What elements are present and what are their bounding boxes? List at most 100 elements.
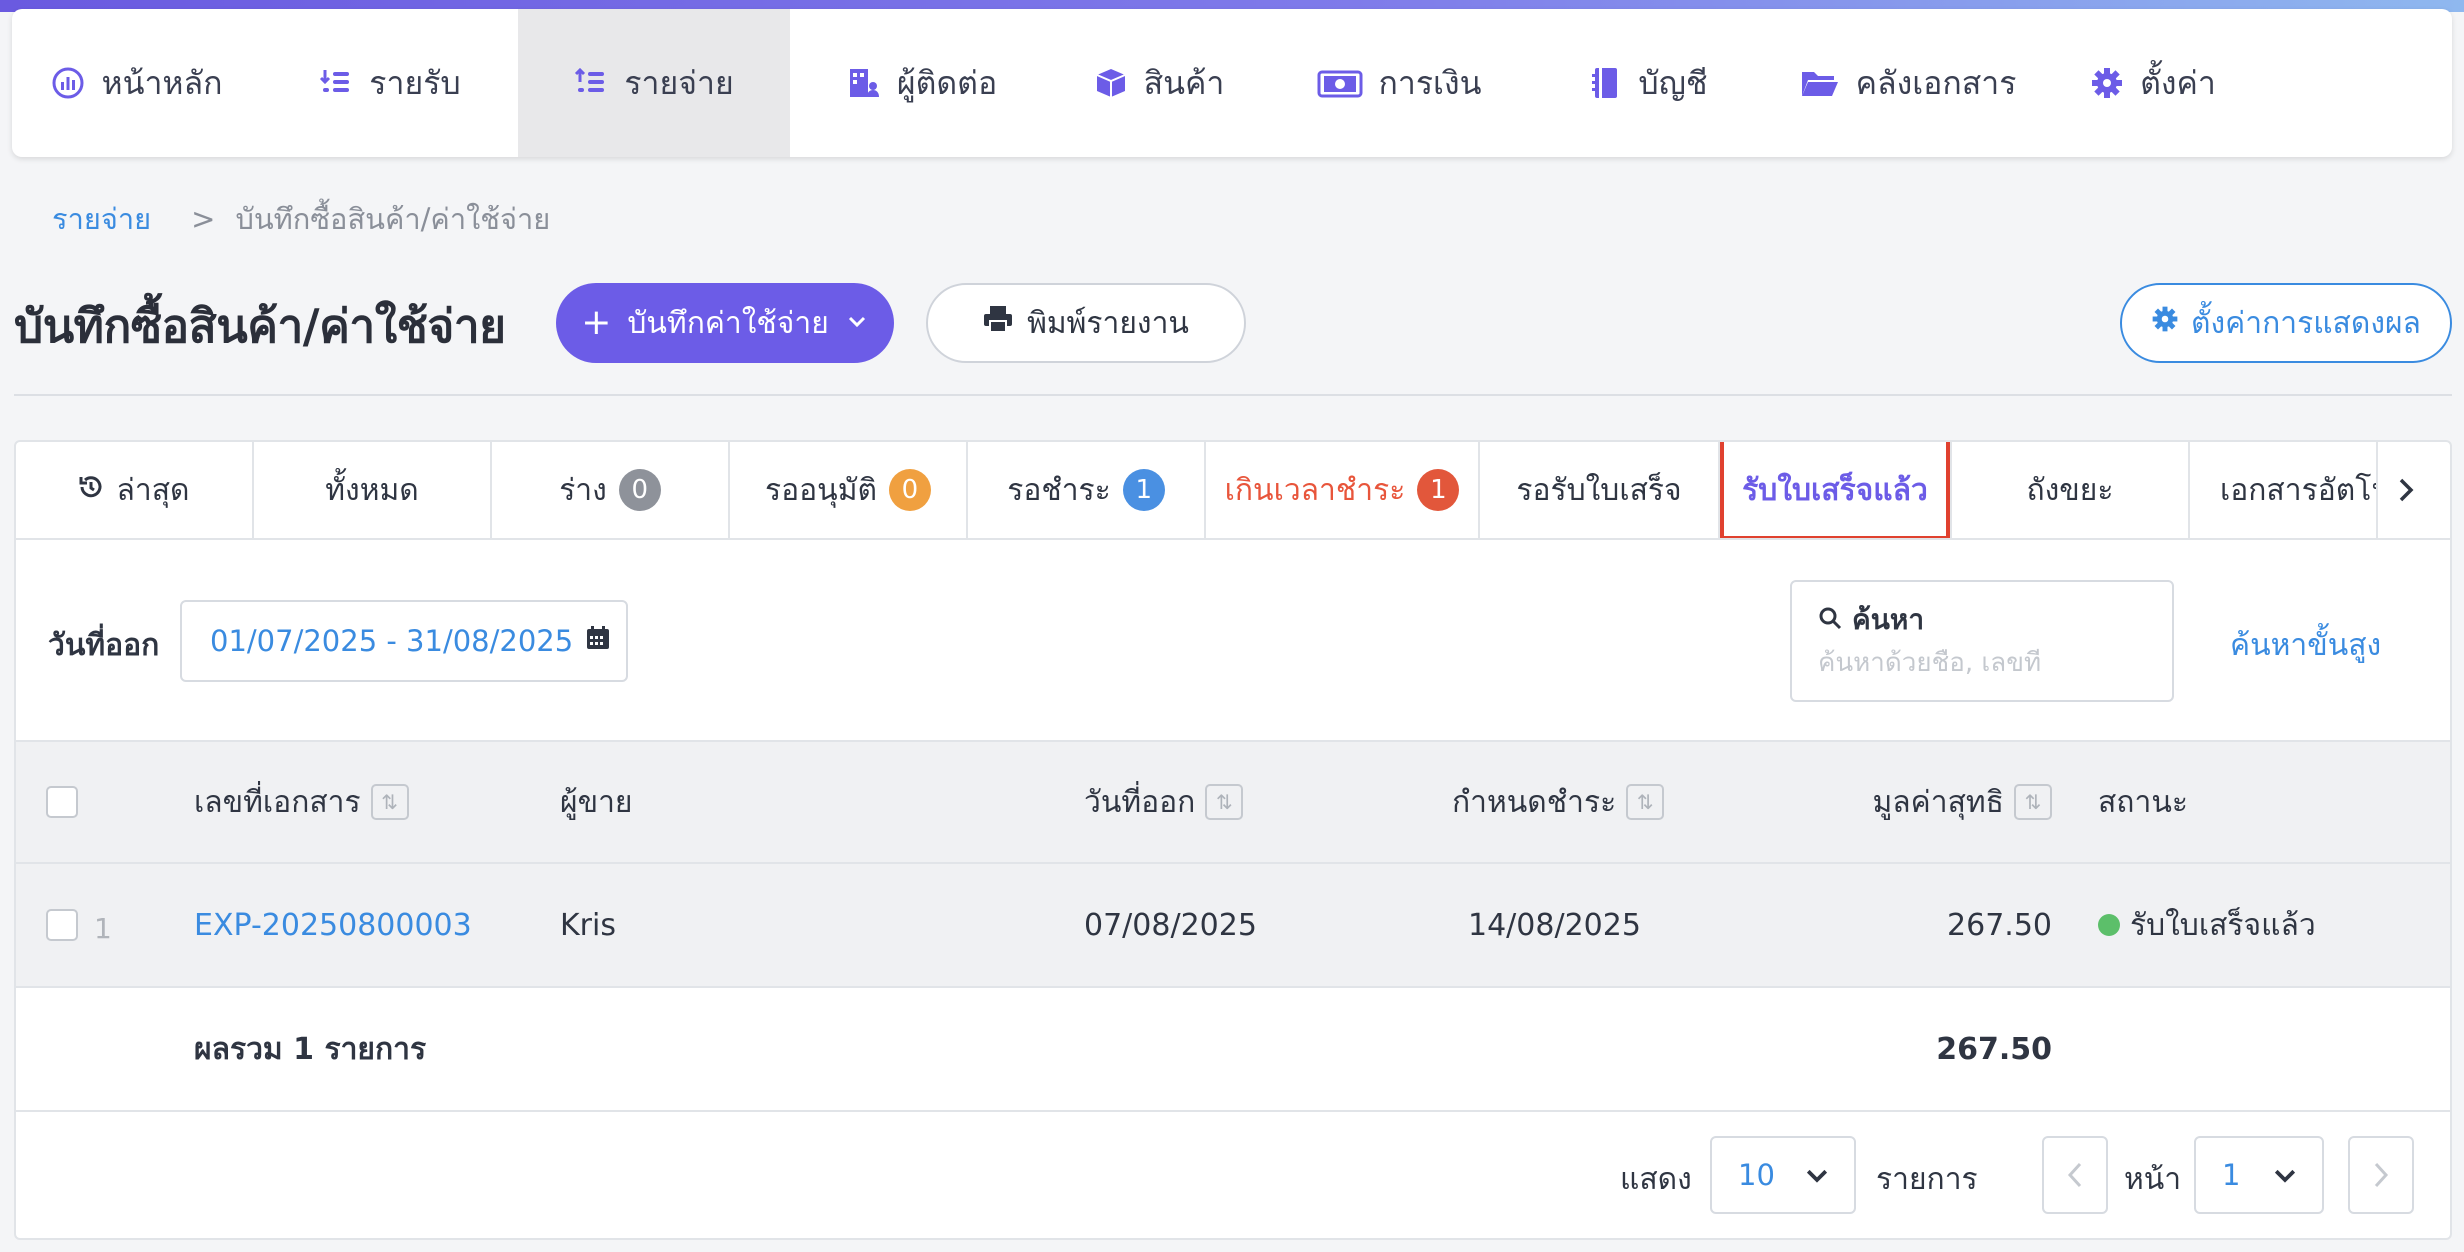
nav-label: การเงิน bbox=[1378, 63, 1482, 102]
column-doc-no[interactable]: เลขที่เอกสาร ⇅ bbox=[194, 742, 409, 862]
print-report-label: พิมพ์รายงาน bbox=[1027, 305, 1189, 341]
net-amount-cell: 267.50 bbox=[1947, 907, 2052, 943]
nav-label: คลังเอกสาร bbox=[1855, 63, 2017, 102]
page-select[interactable]: 1 bbox=[2194, 1136, 2324, 1214]
tab-label: ทั้งหมด bbox=[325, 472, 419, 508]
vendor-cell: Kris bbox=[560, 907, 616, 943]
tab-label: ล่าสุด bbox=[116, 472, 190, 508]
table-footer: ผลรวม 1 รายการ 267.50 bbox=[16, 988, 2450, 1112]
chevron-left-icon bbox=[2067, 1162, 2082, 1188]
nav-item-documents[interactable]: คลังเอกสาร bbox=[1762, 9, 2054, 157]
column-issue-date[interactable]: วันที่ออก ⇅ bbox=[1084, 742, 1244, 862]
issue-date-cell: 07/08/2025 bbox=[1084, 907, 1257, 943]
search-label: ค้นหา bbox=[1852, 603, 1925, 636]
nav-item-products[interactable]: สินค้า bbox=[1054, 9, 1264, 157]
tab-label: เอกสารอัตโนมัติ bbox=[2220, 472, 2376, 508]
tab-awaiting-payment[interactable]: รอชำระ 1 bbox=[968, 442, 1206, 538]
sort-icon[interactable]: ⇅ bbox=[1626, 784, 1665, 820]
nav-item-accounting[interactable]: บัญชี bbox=[1534, 9, 1762, 157]
footer-total: 267.50 bbox=[1936, 1031, 2052, 1067]
tab-label: รอรับใบเสร็จ bbox=[1516, 472, 1682, 508]
chevron-right-icon bbox=[2374, 1162, 2389, 1188]
nav-label: รายรับ bbox=[369, 63, 461, 102]
page-size-value: 10 bbox=[1738, 1158, 1775, 1192]
breadcrumb-separator: > bbox=[191, 202, 216, 236]
show-label: แสดง bbox=[1620, 1162, 1692, 1197]
nav-item-contacts[interactable]: ผู้ติดต่อ bbox=[790, 9, 1054, 157]
tab-awaiting-receipt[interactable]: รอรับใบเสร็จ bbox=[1480, 442, 1720, 538]
tab-trash[interactable]: ถังขยะ bbox=[1952, 442, 2190, 538]
nav-label: หน้าหลัก bbox=[101, 63, 223, 102]
count-badge: 1 bbox=[1122, 469, 1165, 511]
page-size-select[interactable]: 10 bbox=[1710, 1136, 1856, 1214]
page-title: บันทึกซื้อสินค้า/ค่าใช้จ่าย bbox=[14, 299, 506, 353]
dashboard-icon bbox=[51, 66, 85, 100]
items-label: รายการ bbox=[1876, 1162, 1978, 1197]
column-net-amount[interactable]: มูลค่าสุทธิ ⇅ bbox=[1716, 742, 2052, 862]
nav-item-expense[interactable]: รายจ่าย bbox=[518, 9, 790, 157]
row-index: 1 bbox=[94, 911, 112, 945]
tab-receipt-received[interactable]: รับใบเสร็จแล้ว bbox=[1720, 442, 1952, 538]
select-all-cell bbox=[46, 742, 78, 862]
document-number-link[interactable]: EXP-20250800003 bbox=[194, 908, 472, 943]
table-header: เลขที่เอกสาร ⇅ ผู้ขาย วันที่ออก ⇅ กำหนดช… bbox=[16, 740, 2450, 864]
tab-automated-documents[interactable]: เอกสารอัตโนมัติ bbox=[2190, 442, 2378, 538]
breadcrumb-link-expense[interactable]: รายจ่าย bbox=[52, 196, 151, 242]
add-expense-button[interactable]: + บันทึกค่าใช้จ่าย bbox=[556, 283, 894, 363]
gear-icon bbox=[2090, 66, 2124, 100]
nav-item-finance[interactable]: การเงิน bbox=[1264, 9, 1534, 157]
display-settings-label: ตั้งค่าการแสดงผล bbox=[2191, 305, 2421, 341]
search-input[interactable] bbox=[1818, 648, 2138, 678]
tab-pending-approval[interactable]: รออนุมัติ 0 bbox=[730, 442, 968, 538]
next-page-button[interactable] bbox=[2348, 1136, 2414, 1214]
nav-label: สินค้า bbox=[1143, 63, 1225, 102]
tab-label: เกินเวลาชำระ bbox=[1224, 472, 1406, 508]
status-dot-icon bbox=[2098, 914, 2120, 936]
tab-label: รออนุมัติ bbox=[765, 472, 877, 508]
advanced-search-link[interactable]: ค้นหาขั้นสูง bbox=[2230, 622, 2381, 669]
tab-all[interactable]: ทั้งหมด bbox=[254, 442, 492, 538]
nav-item-income[interactable]: รายรับ bbox=[262, 9, 518, 157]
column-label: กำหนดชำระ bbox=[1452, 784, 1617, 820]
tab-latest[interactable]: ล่าสุด bbox=[16, 442, 254, 538]
row-checkbox[interactable] bbox=[46, 909, 78, 941]
tab-draft[interactable]: ร่าง 0 bbox=[492, 442, 730, 538]
chevron-down-icon bbox=[1806, 1169, 1828, 1183]
tabs-scroll-right-button[interactable] bbox=[2378, 442, 2434, 538]
calendar-icon bbox=[585, 624, 611, 658]
search-icon bbox=[1818, 604, 1842, 637]
ledger-icon bbox=[1588, 66, 1622, 100]
column-label: วันที่ออก bbox=[1084, 784, 1196, 820]
column-label: ผู้ขาย bbox=[560, 784, 633, 820]
prev-page-button[interactable] bbox=[2042, 1136, 2108, 1214]
chevron-down-icon bbox=[2274, 1169, 2296, 1183]
status-cell: รับใบเสร็จแล้ว bbox=[2098, 864, 2316, 986]
sort-icon[interactable]: ⇅ bbox=[370, 784, 409, 820]
search-box: ค้นหา bbox=[1790, 580, 2174, 702]
expense-icon bbox=[574, 66, 608, 100]
sort-icon[interactable]: ⇅ bbox=[2014, 784, 2052, 820]
column-due-date[interactable]: กำหนดชำระ ⇅ bbox=[1452, 742, 1665, 862]
sort-icon[interactable]: ⇅ bbox=[1205, 784, 1244, 820]
tab-overdue[interactable]: เกินเวลาชำระ 1 bbox=[1206, 442, 1480, 538]
nav-item-dashboard[interactable]: หน้าหลัก bbox=[12, 9, 262, 157]
history-icon bbox=[78, 473, 104, 508]
count-badge: 1 bbox=[1417, 469, 1460, 511]
box-icon bbox=[1094, 66, 1128, 100]
tab-label: ถังขยะ bbox=[2026, 472, 2114, 508]
doc-no-cell: EXP-20250800003 bbox=[194, 864, 472, 986]
breadcrumb: รายจ่าย > บันทึกซื้อสินค้า/ค่าใช้จ่าย bbox=[52, 196, 550, 242]
table-row[interactable]: 1 EXP-20250800003 Kris 07/08/2025 14/08/… bbox=[16, 864, 2450, 988]
breadcrumb-current: บันทึกซื้อสินค้า/ค่าใช้จ่าย bbox=[235, 202, 551, 236]
page-label: หน้า bbox=[2124, 1162, 2182, 1197]
print-report-button[interactable]: พิมพ์รายงาน bbox=[926, 283, 1246, 363]
gear-icon bbox=[2151, 305, 2179, 341]
status-text: รับใบเสร็จแล้ว bbox=[2130, 907, 2316, 943]
date-range-input[interactable]: 01/07/2025 - 31/08/2025 bbox=[180, 600, 628, 682]
display-settings-button[interactable]: ตั้งค่าการแสดงผล bbox=[2120, 283, 2452, 363]
nav-item-settings[interactable]: ตั้งค่า bbox=[2054, 9, 2252, 157]
page-value: 1 bbox=[2222, 1158, 2241, 1192]
plus-icon: + bbox=[581, 302, 612, 343]
select-all-checkbox[interactable] bbox=[46, 786, 78, 818]
chevron-right-icon bbox=[2399, 478, 2414, 502]
